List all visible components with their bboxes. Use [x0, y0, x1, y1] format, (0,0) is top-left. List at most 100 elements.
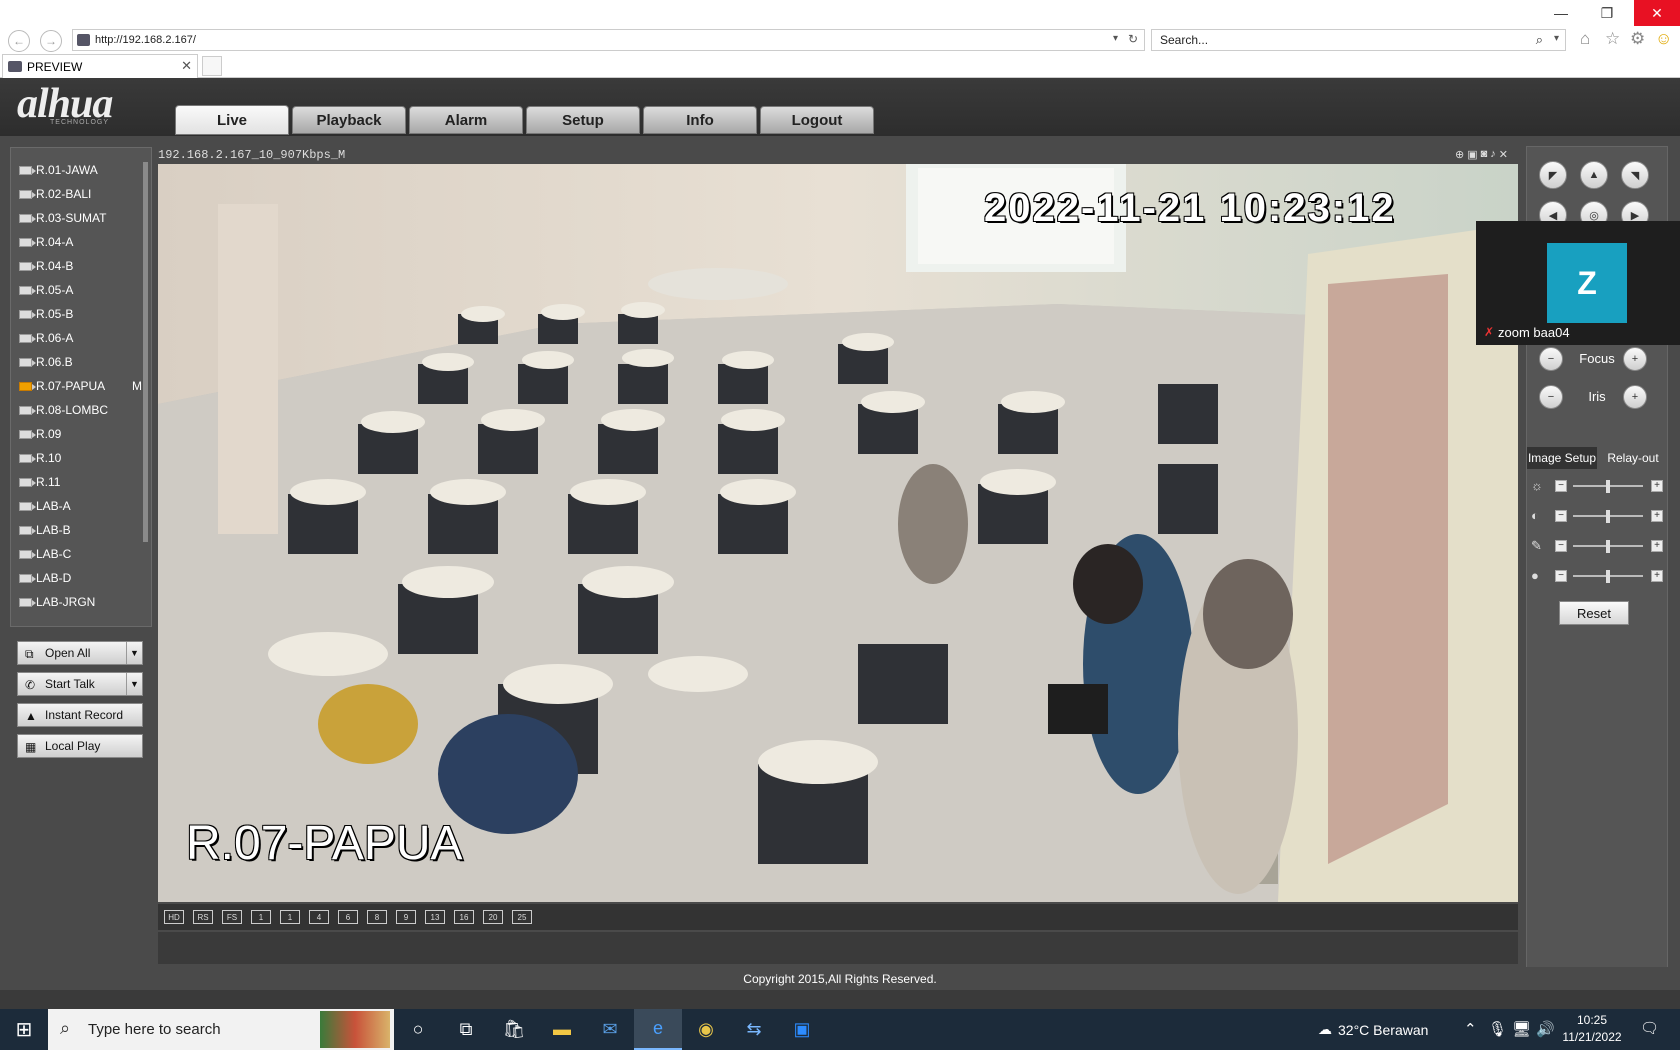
live-video-feed[interactable]: 2022-11-21 10:23:12 R.07-PAPUA: [158, 164, 1518, 902]
start-talk-dropdown-icon[interactable]: ▼: [126, 673, 142, 695]
zoom-floating-tile[interactable]: Z ✗ zoom baa04: [1476, 221, 1680, 345]
record-icon[interactable]: ▣: [1467, 148, 1477, 161]
layout-button[interactable]: 20: [483, 910, 503, 924]
task-view-icon[interactable]: ⧉: [442, 1009, 490, 1050]
slider-handle[interactable]: [1606, 480, 1610, 493]
iris-plus-button[interactable]: +: [1623, 385, 1647, 409]
mail-icon[interactable]: ✉: [586, 1009, 634, 1050]
focus-minus-button[interactable]: −: [1539, 347, 1563, 371]
camera-item[interactable]: R.04-B: [19, 255, 73, 277]
layout-button[interactable]: RS: [193, 910, 213, 924]
back-button[interactable]: ←: [8, 30, 30, 52]
close-button[interactable]: ✕: [1634, 0, 1680, 26]
saturation-slider[interactable]: ✎ − +: [1531, 537, 1663, 555]
camera-item[interactable]: LAB-B: [19, 519, 71, 541]
camera-item[interactable]: R.11: [19, 471, 60, 493]
layout-button[interactable]: 1: [280, 910, 300, 924]
camera-item[interactable]: R.01-JAWA: [19, 159, 98, 181]
layout-button[interactable]: 13: [425, 910, 445, 924]
teamviewer-icon[interactable]: ⇆: [730, 1009, 778, 1050]
decrease-button[interactable]: −: [1555, 480, 1567, 492]
camera-item[interactable]: R.04-A: [19, 231, 73, 253]
tab-image-setup[interactable]: Image Setup: [1527, 447, 1597, 469]
minimize-button[interactable]: —: [1538, 0, 1584, 26]
volume-icon[interactable]: 🔊: [1536, 1020, 1555, 1038]
tab-info[interactable]: Info: [643, 106, 757, 134]
address-dropdown-icon[interactable]: ▾: [1113, 33, 1118, 44]
increase-button[interactable]: +: [1651, 540, 1663, 552]
smiley-feedback-icon[interactable]: ☺: [1655, 29, 1672, 49]
internet-explorer-icon[interactable]: e: [634, 1009, 682, 1050]
camera-item[interactable]: R.06.B: [19, 351, 73, 373]
contrast-slider[interactable]: ◐ − +: [1531, 507, 1663, 525]
close-video-icon[interactable]: ✕: [1499, 148, 1508, 161]
increase-button[interactable]: +: [1651, 510, 1663, 522]
decrease-button[interactable]: −: [1555, 570, 1567, 582]
camera-item[interactable]: LAB-A: [19, 495, 71, 517]
tab-setup[interactable]: Setup: [526, 106, 640, 134]
camera-item[interactable]: R.09: [19, 423, 61, 445]
focus-plus-button[interactable]: +: [1623, 347, 1647, 371]
zoom-icon[interactable]: ⊕: [1455, 148, 1464, 161]
file-explorer-icon[interactable]: ▬: [538, 1009, 586, 1050]
restore-button[interactable]: ❐: [1584, 0, 1630, 26]
brightness-slider[interactable]: ☼ − +: [1531, 477, 1663, 495]
tab-alarm[interactable]: Alarm: [409, 106, 523, 134]
snapshot-icon[interactable]: ◙: [1481, 148, 1488, 161]
open-all-dropdown-icon[interactable]: ▼: [126, 642, 142, 664]
favorites-icon[interactable]: ☆: [1605, 29, 1620, 49]
increase-button[interactable]: +: [1651, 570, 1663, 582]
slider-handle[interactable]: [1606, 510, 1610, 523]
notifications-icon[interactable]: 🗨: [1640, 1019, 1659, 1037]
reset-button[interactable]: Reset: [1559, 601, 1629, 625]
taskbar-search-input[interactable]: ⌕ Type here to search: [48, 1009, 394, 1050]
layout-button[interactable]: 6: [338, 910, 358, 924]
camera-item[interactable]: R.10: [19, 447, 61, 469]
layout-button[interactable]: 25: [512, 910, 532, 924]
forward-button[interactable]: →: [40, 30, 62, 52]
chrome-icon[interactable]: ◉: [682, 1009, 730, 1050]
refresh-icon[interactable]: ↻: [1128, 32, 1138, 46]
show-hidden-icons-icon[interactable]: ⌃: [1464, 1020, 1477, 1038]
camera-item[interactable]: R.08-LOMBC: [19, 399, 108, 421]
home-icon[interactable]: ⌂: [1580, 29, 1590, 49]
camera-item[interactable]: R.03-SUMAT: [19, 207, 106, 229]
tab-live[interactable]: Live: [175, 105, 289, 135]
tab-logout[interactable]: Logout: [760, 106, 874, 134]
browser-search-input[interactable]: Search... ⌕ ▾: [1151, 29, 1566, 51]
layout-button[interactable]: HD: [164, 910, 184, 924]
settings-gear-icon[interactable]: ⚙: [1630, 29, 1645, 49]
camera-item[interactable]: R.05-A: [19, 279, 73, 301]
weather-widget[interactable]: ☁ 32°C Berawan: [1318, 1009, 1428, 1050]
camera-item[interactable]: LAB-JRGN: [19, 591, 95, 613]
layout-button[interactable]: 8: [367, 910, 387, 924]
increase-button[interactable]: +: [1651, 480, 1663, 492]
camera-item[interactable]: R.05-B: [19, 303, 73, 325]
search-dropdown-icon[interactable]: ▾: [1554, 33, 1559, 44]
slider-handle[interactable]: [1606, 570, 1610, 583]
microphone-icon[interactable]: 🎙: [1488, 1020, 1507, 1038]
windows-start-button[interactable]: ⊞: [0, 1009, 48, 1050]
camera-item-active[interactable]: R.07-PAPUA M: [19, 375, 149, 397]
search-icon[interactable]: ⌕: [1536, 32, 1543, 48]
decrease-button[interactable]: −: [1555, 510, 1567, 522]
zoom-icon[interactable]: ▣: [778, 1009, 826, 1050]
camera-item[interactable]: LAB-C: [19, 543, 71, 565]
camera-item[interactable]: LAB-D: [19, 567, 71, 589]
layout-button[interactable]: 9: [396, 910, 416, 924]
slider-handle[interactable]: [1606, 540, 1610, 553]
tab-relay-out[interactable]: Relay-out: [1599, 447, 1667, 469]
ptz-up-left-button[interactable]: ◤: [1539, 161, 1567, 189]
audio-icon[interactable]: ♪: [1490, 148, 1496, 161]
iris-minus-button[interactable]: −: [1539, 385, 1563, 409]
camera-item[interactable]: R.02-BALI: [19, 183, 91, 205]
instant-record-button[interactable]: ▲ Instant Record: [17, 703, 143, 727]
layout-button[interactable]: 4: [309, 910, 329, 924]
layout-button[interactable]: 16: [454, 910, 474, 924]
tab-preview[interactable]: PREVIEW ✕: [2, 54, 198, 78]
store-icon[interactable]: 🛍: [490, 1009, 538, 1050]
camera-item[interactable]: R.06-A: [19, 327, 73, 349]
cortana-icon[interactable]: ○: [394, 1009, 442, 1050]
new-tab-button[interactable]: [202, 56, 222, 76]
tab-playback[interactable]: Playback: [292, 106, 406, 134]
